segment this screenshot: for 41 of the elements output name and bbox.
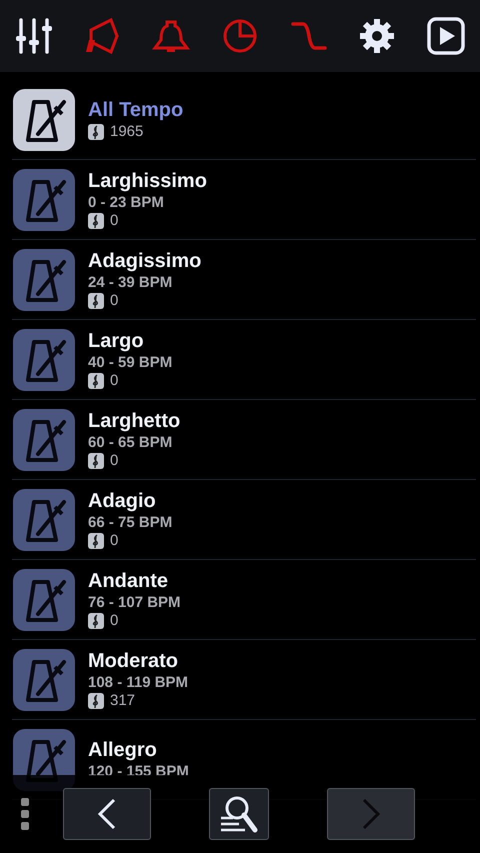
chevron-right-icon [360,798,382,830]
play-icon[interactable] [426,16,466,56]
more-icon[interactable] [21,798,29,830]
tempo-name: Allegro [88,739,158,762]
song-count: 1965 [110,123,144,140]
bpm-range: 60 - 65 BPM [88,434,174,451]
song-count: 0 [110,452,118,469]
treble-clef-icon [88,372,104,388]
song-count: 0 [110,532,118,549]
tempo-name: Largo [88,330,145,353]
tempo-name: All Tempo [88,99,184,122]
bpm-range: 40 - 59 BPM [88,354,172,371]
bpm-range: 24 - 39 BPM [88,274,174,291]
previous-button[interactable] [63,788,151,840]
treble-clef-icon [88,532,104,548]
tempo-name: Adagissimo [88,250,202,273]
tempo-name: Adagio [88,490,157,513]
tempo-name: Moderato [88,650,179,673]
next-button[interactable] [327,788,415,840]
bpm-range: 0 - 23 BPM [88,194,165,211]
bpm-range: 66 - 75 BPM [88,514,172,531]
tempo-name: Larghissimo [88,170,207,193]
song-count: 0 [110,292,118,309]
song-count: 0 [110,372,118,389]
treble-clef-icon [88,692,104,708]
bpm-range: 76 - 107 BPM [88,594,181,611]
sliders-icon[interactable] [14,16,54,56]
search-button[interactable] [209,788,269,840]
tempo-name: Andante [88,570,169,593]
treble-clef-icon [88,212,104,228]
treble-clef-icon [88,612,104,628]
treble-clef-icon [88,124,104,140]
song-count: 0 [110,612,118,629]
tempo-name: Larghetto [88,410,180,433]
bpm-range: 108 - 119 BPM [88,674,188,691]
treble-clef-icon [88,452,104,468]
song-count: 317 [110,692,136,709]
chevron-left-icon [96,798,118,830]
song-count: 0 [110,212,118,229]
bpm-range: 120 - 155 BPM [88,763,189,780]
treble-clef-icon [88,292,104,308]
